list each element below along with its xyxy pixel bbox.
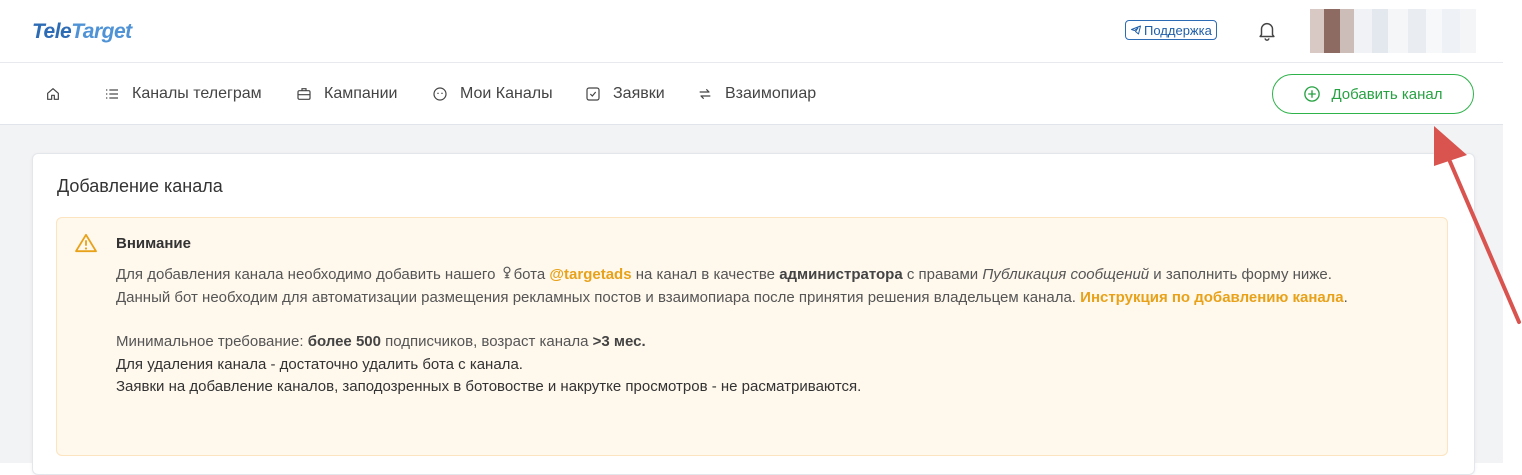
logo-text-tele: Tele bbox=[32, 20, 72, 43]
alert-paragraph-1: Для добавления канала необходимо добавит… bbox=[116, 266, 1332, 283]
checkbox-icon bbox=[586, 86, 600, 101]
add-channel-card: Добавление канала Внимание Для добавлени… bbox=[32, 153, 1475, 475]
list-icon bbox=[106, 88, 118, 99]
alert-title: Внимание bbox=[116, 235, 191, 252]
nav-label: Мои Каналы bbox=[460, 84, 553, 102]
swap-icon bbox=[699, 88, 711, 99]
nav-label: Заявки bbox=[613, 84, 665, 102]
alert-requirements: Минимальное требование: более 500 подпис… bbox=[116, 333, 646, 350]
nav-mutual-pr[interactable]: Взаимопиар bbox=[697, 63, 816, 124]
alert-body: Для добавления канала необходимо добавит… bbox=[116, 264, 1376, 399]
warning-icon bbox=[75, 233, 97, 253]
nav-campaigns[interactable]: Кампании bbox=[296, 63, 398, 124]
page: TeleTarget Поддержка Каналы телеграм Кам… bbox=[0, 0, 1503, 475]
bot-handle-link[interactable]: @targetads bbox=[549, 266, 631, 283]
nav-home[interactable] bbox=[45, 63, 61, 124]
card-title: Добавление канала bbox=[57, 176, 223, 196]
face-icon bbox=[433, 86, 447, 101]
add-channel-label: Добавить канал bbox=[1331, 85, 1443, 103]
add-channel-button[interactable]: Добавить канал bbox=[1272, 74, 1474, 114]
nav-my-channels[interactable]: Мои Каналы bbox=[432, 63, 553, 124]
logo[interactable]: TeleTarget bbox=[32, 20, 132, 44]
top-header: TeleTarget Поддержка bbox=[0, 0, 1503, 63]
home-icon bbox=[47, 87, 59, 100]
instruction-link[interactable]: Инструкция по добавлению канала bbox=[1080, 289, 1343, 306]
nav-requests[interactable]: Заявки bbox=[585, 63, 665, 124]
alert-paragraph-2: Данный бот необходим для автоматизации р… bbox=[116, 288, 1348, 306]
bell-icon[interactable] bbox=[1256, 20, 1278, 42]
main-nav: Каналы телеграм Кампании Мои Каналы Заяв… bbox=[0, 63, 1503, 125]
user-avatar-blurred[interactable] bbox=[1310, 9, 1476, 53]
plus-circle-icon bbox=[1304, 86, 1321, 102]
nav-label: Каналы телеграм bbox=[132, 84, 262, 102]
nav-telegram-channels[interactable]: Каналы телеграм bbox=[104, 63, 262, 124]
warning-alert: Внимание Для добавления канала необходим… bbox=[56, 217, 1448, 456]
briefcase-icon bbox=[297, 87, 311, 100]
support-button[interactable]: Поддержка bbox=[1125, 20, 1217, 40]
support-label: Поддержка bbox=[1144, 22, 1212, 38]
robot-icon bbox=[503, 266, 511, 279]
nav-label: Кампании bbox=[324, 84, 398, 102]
telegram-icon bbox=[1131, 25, 1141, 35]
logo-text-target: Target bbox=[71, 20, 132, 43]
alert-removal-note: Для удаления канала - достаточно удалить… bbox=[116, 355, 523, 373]
alert-rejection-note: Заявки на добавление каналов, заподозрен… bbox=[116, 378, 862, 395]
nav-label: Взаимопиар bbox=[725, 84, 817, 102]
